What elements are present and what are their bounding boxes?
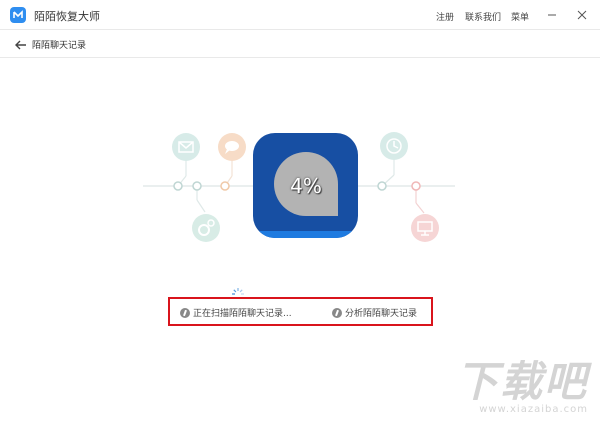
analyze-icon	[332, 308, 342, 318]
mail-icon	[172, 133, 200, 161]
scan-status-box: 正在扫描陌陌聊天记录... 分析陌陌聊天记录	[168, 297, 433, 326]
node-dot	[173, 181, 183, 191]
node-dot	[220, 181, 230, 191]
settings-icon	[192, 214, 220, 242]
scan-icon	[180, 308, 190, 318]
step-analyze-label: 分析陌陌聊天记录	[345, 309, 418, 319]
node-dot	[192, 181, 202, 191]
tile-stripe	[253, 231, 358, 238]
step-analyze: 分析陌陌聊天记录	[332, 306, 417, 319]
step-scanning-label: 正在扫描陌陌聊天记录...	[193, 309, 292, 319]
clock-icon	[380, 132, 408, 160]
watermark: 下载吧 www.xiazaiba.com	[455, 357, 588, 416]
node-dot	[377, 181, 387, 191]
node-dot	[411, 181, 421, 191]
step-scanning: 正在扫描陌陌聊天记录...	[180, 306, 292, 319]
monitor-icon	[411, 214, 439, 242]
progress-percent: 4%	[290, 174, 322, 198]
loading-spinner-icon	[232, 288, 244, 295]
chat-icon	[218, 133, 246, 161]
watermark-logo: 下载吧	[455, 357, 588, 406]
